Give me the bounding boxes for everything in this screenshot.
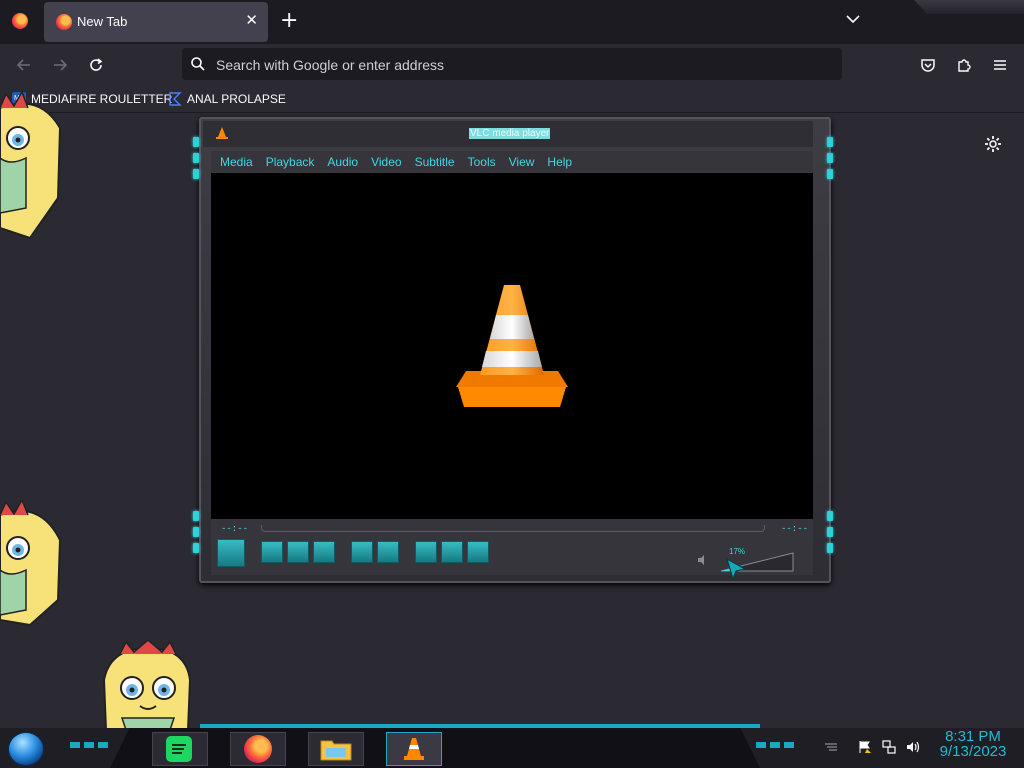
new-tab-button[interactable]: +	[280, 8, 298, 34]
menu-media[interactable]: Media	[220, 155, 253, 169]
arrow-left-icon	[16, 59, 30, 71]
search-icon	[191, 57, 205, 71]
vlc-icon	[404, 738, 424, 760]
skin-led	[827, 137, 833, 147]
mouse-cursor-icon	[726, 557, 747, 581]
clock-date: 9/13/2023	[939, 743, 1007, 760]
menu-playback[interactable]: Playback	[266, 155, 315, 169]
app-menu-button[interactable]	[989, 54, 1011, 76]
address-input[interactable]	[214, 48, 818, 82]
menu-view[interactable]: View	[509, 155, 535, 169]
taskbar-clock[interactable]: 8:31 PM 9/13/2023	[932, 728, 1014, 760]
close-tab-icon[interactable]: ✕	[245, 11, 258, 29]
bookmark-second[interactable]: ANAL PROLAPSE	[168, 90, 286, 108]
taskbar-file-explorer[interactable]	[308, 732, 364, 766]
vlc-icon	[216, 127, 228, 139]
speaker-icon[interactable]	[697, 555, 707, 565]
taskbar-firefox[interactable]	[230, 732, 286, 766]
extended-settings-button[interactable]	[377, 541, 399, 563]
seek-bar[interactable]	[261, 525, 765, 532]
time-elapsed: --:--	[221, 524, 249, 534]
action-center-flag-icon[interactable]	[858, 740, 872, 754]
shuffle-button[interactable]	[467, 541, 489, 563]
play-button[interactable]	[217, 539, 245, 567]
skin-led	[193, 511, 199, 521]
show-hidden-icons-icon[interactable]	[824, 740, 838, 754]
skin-led	[827, 169, 833, 179]
forward-button[interactable]	[49, 54, 71, 76]
tab-new-tab[interactable]: New Tab ✕	[44, 2, 268, 42]
reload-button[interactable]	[85, 54, 107, 76]
character-sticker	[0, 90, 62, 240]
hamburger-menu-icon	[994, 60, 1006, 70]
pocket-icon	[921, 59, 935, 72]
previous-button[interactable]	[261, 541, 283, 563]
character-sticker	[102, 640, 192, 730]
menu-audio[interactable]: Audio	[327, 155, 358, 169]
tab-bar: New Tab ✕ +	[0, 0, 1024, 44]
vlc-window[interactable]: VLC media player Media Playback Audio Vi…	[193, 117, 836, 583]
back-button[interactable]	[13, 54, 35, 76]
url-bar[interactable]	[182, 48, 842, 82]
taskbar-led-strip	[70, 742, 108, 748]
firefox-icon	[56, 14, 72, 30]
skin-led	[193, 137, 199, 147]
menu-tools[interactable]: Tools	[468, 155, 496, 169]
menu-subtitle[interactable]: Subtitle	[415, 155, 455, 169]
skin-led	[193, 527, 199, 537]
video-area[interactable]	[211, 173, 813, 519]
next-button[interactable]	[313, 541, 335, 563]
start-button[interactable]	[8, 732, 44, 766]
skin-led	[193, 153, 199, 163]
gear-icon[interactable]	[984, 135, 1002, 153]
window-corner-decoration	[914, 0, 1024, 14]
skin-led	[827, 527, 833, 537]
chevron-down-icon[interactable]	[846, 12, 860, 26]
character-sticker	[0, 500, 62, 627]
taskbar-spotify[interactable]	[152, 732, 208, 766]
skin-led	[827, 153, 833, 163]
vlc-cone-logo	[456, 285, 568, 407]
skin-led	[193, 543, 199, 553]
skin-led	[827, 543, 833, 553]
extensions-button[interactable]	[953, 54, 975, 76]
taskbar-vlc[interactable]	[386, 732, 442, 766]
pocket-button[interactable]	[917, 54, 939, 76]
volume-icon[interactable]	[906, 740, 920, 754]
file-explorer-icon	[320, 740, 352, 761]
puzzle-piece-icon	[958, 59, 971, 72]
taskbar-led-strip	[756, 742, 794, 748]
reload-icon	[90, 58, 103, 71]
stop-button[interactable]	[287, 541, 309, 563]
arrow-right-icon	[54, 59, 68, 71]
skin-led	[827, 511, 833, 521]
tab-title: New Tab	[77, 14, 128, 29]
bookmark-sigma-icon	[169, 92, 182, 106]
network-icon[interactable]	[882, 740, 896, 754]
firefox-icon[interactable]	[12, 13, 28, 29]
spotify-icon	[166, 736, 192, 762]
firefox-icon	[244, 735, 272, 763]
fullscreen-button[interactable]	[351, 541, 373, 563]
playlist-button[interactable]	[415, 541, 437, 563]
bookmark-label: ANAL PROLAPSE	[187, 92, 286, 106]
bookmarks-toolbar: MF MEDIAFIRE ROULETTER ANAL PROLAPSE	[0, 86, 1024, 113]
skin-led	[193, 169, 199, 179]
menu-video[interactable]: Video	[371, 155, 401, 169]
vlc-window-title: VLC media player	[469, 128, 551, 139]
menu-help[interactable]: Help	[547, 155, 572, 169]
vlc-menu-bar: Media Playback Audio Video Subtitle Tool…	[211, 151, 813, 173]
time-total: --:--	[781, 524, 809, 534]
navigation-toolbar	[0, 44, 1024, 86]
loop-button[interactable]	[441, 541, 463, 563]
playback-controls: --:-- --:-- 17%	[211, 519, 813, 581]
